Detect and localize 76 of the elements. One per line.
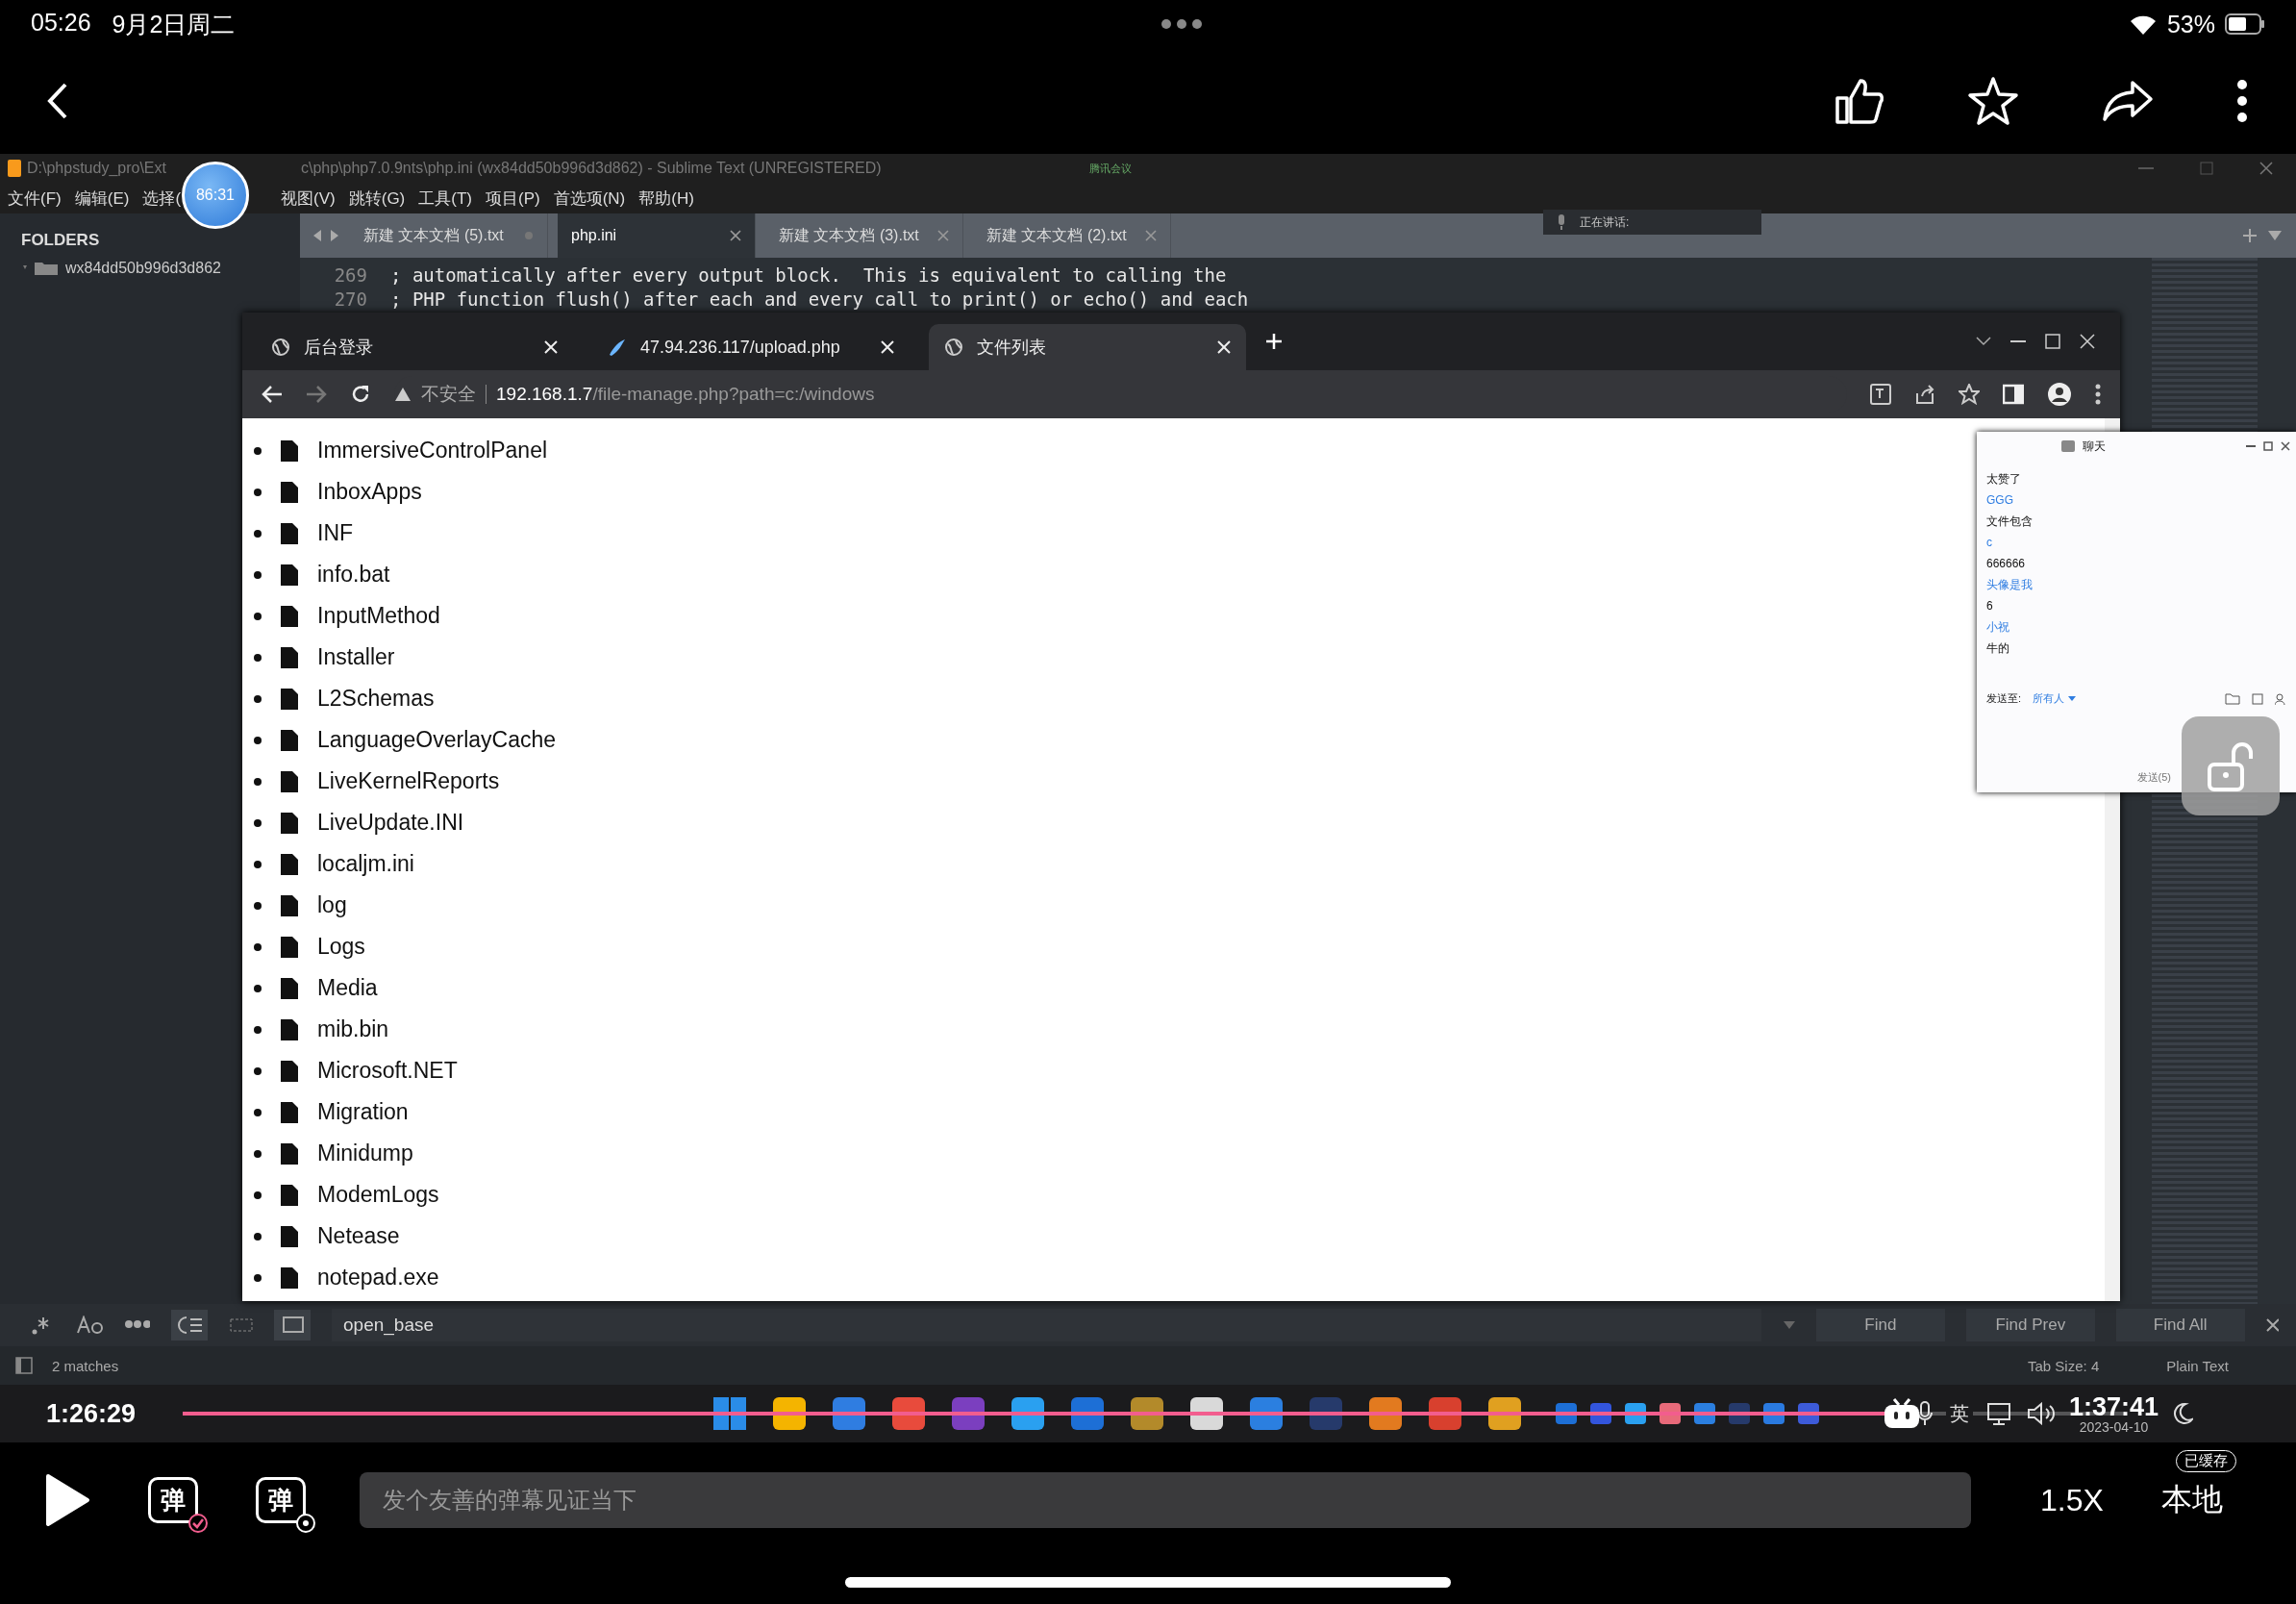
clock-time: 05:26 xyxy=(31,8,91,38)
file-name[interactable]: Logs xyxy=(317,934,365,960)
line-number: 270 xyxy=(333,288,368,312)
match-count: 2 matches xyxy=(52,1357,119,1374)
find-button[interactable]: Find All xyxy=(2115,1309,2245,1341)
file-name[interactable]: info.bat xyxy=(317,562,390,588)
file-name[interactable]: LiveUpdate.INI xyxy=(317,810,464,836)
file-name[interactable]: LanguageOverlayCache xyxy=(317,727,557,753)
file-name[interactable]: Migration xyxy=(317,1099,409,1125)
tab-size[interactable]: Tab Size: 4 xyxy=(2028,1357,2100,1374)
chat-title: 聊天 xyxy=(2083,438,2106,455)
meeting-indicator: 腾讯会议 xyxy=(1088,161,1132,176)
file-name[interactable]: notepad.exe xyxy=(317,1265,439,1291)
file-name[interactable]: Netease xyxy=(317,1223,400,1249)
file-name[interactable]: Minidump xyxy=(317,1140,413,1166)
menu-item[interactable]: 视图(V) xyxy=(281,187,336,210)
file-name[interactable]: Media xyxy=(317,975,378,1001)
elapsed-time: 1:26:29 xyxy=(46,1398,137,1429)
window-title: D:\phpstudy_pro\Ext xyxy=(27,160,166,177)
file-name[interactable]: InputMethod xyxy=(317,603,440,629)
find-field[interactable]: open_base xyxy=(332,1309,1761,1341)
date-text: 9月2日周二 xyxy=(112,9,236,39)
file-name[interactable]: Microsoft.NET xyxy=(317,1058,458,1084)
total-time: 1:37:41 xyxy=(2069,1393,2159,1420)
syntax-label[interactable]: Plain Text xyxy=(2166,1357,2229,1374)
speed-button[interactable]: 1.5X xyxy=(2040,1482,2104,1518)
cached-badge: 已缓存 xyxy=(2175,1450,2236,1472)
menu-item[interactable]: 项目(P) xyxy=(486,187,540,210)
file-name[interactable]: mib.bin xyxy=(317,1016,389,1042)
chat-message: 牛的 xyxy=(1986,640,2010,657)
browser-tab[interactable]: 文件列表 xyxy=(929,324,1246,370)
find-button[interactable]: Find Prev xyxy=(1965,1309,2095,1341)
file-name[interactable]: log xyxy=(317,892,347,918)
find-button[interactable]: Find xyxy=(1815,1309,1945,1341)
local-button[interactable]: 本地 xyxy=(2160,1482,2223,1516)
url-text: 192.168.1.7/file-manage.php?path=c:/windows xyxy=(496,384,875,405)
speaking-label: 正在讲话: xyxy=(1580,213,1630,231)
chat-message: 太赞了 xyxy=(1986,471,2022,488)
folder-name[interactable]: wx84dd50b996d3d862 xyxy=(65,260,221,277)
file-name[interactable]: L2Schemas xyxy=(317,686,435,712)
chat-message: 666666 xyxy=(1986,556,2027,572)
file-name[interactable]: localjm.ini xyxy=(317,851,414,877)
file-name[interactable]: LiveKernelReports xyxy=(317,768,500,794)
folders-heading: FOLDERS xyxy=(21,231,101,250)
security-label: 不安全 xyxy=(421,383,476,406)
send-to-label: 发送至: xyxy=(1986,691,2022,706)
sender-name: GGG xyxy=(1986,492,2014,509)
file-name[interactable]: InboxApps xyxy=(317,479,422,505)
file-name[interactable]: ImmersiveControlPanel xyxy=(317,438,548,464)
menu-item[interactable]: 首选项(N) xyxy=(553,187,626,210)
menu-item[interactable]: 工具(T) xyxy=(418,187,472,210)
file-name[interactable]: INF xyxy=(317,520,354,546)
send-button[interactable]: 发送(5) xyxy=(2136,770,2171,785)
sender-name: 小祝 xyxy=(1986,619,2010,636)
editor-tab[interactable]: php.ini xyxy=(558,213,756,258)
browser-tab[interactable]: 47.94.236.117/upload.php xyxy=(592,324,910,370)
menu-item[interactable]: 选择( xyxy=(142,187,182,210)
sender-name: 头像是我 xyxy=(1986,577,2034,593)
danmaku-input[interactable]: 发个友善的弹幕见证当下 xyxy=(360,1472,1971,1528)
taskbar-date: 2023-04-10 xyxy=(2079,1419,2149,1434)
battery-percent: 53% xyxy=(2166,10,2215,38)
line-number: 269 xyxy=(333,263,368,288)
file-name[interactable]: Installer xyxy=(317,644,395,670)
recipient-dropdown[interactable]: 所有人 xyxy=(2033,691,2077,706)
chat-message: 文件包含 xyxy=(1986,514,2034,530)
browser-tab[interactable]: 后台登录 xyxy=(256,324,573,370)
sender-name: c xyxy=(1986,535,1993,551)
menu-item[interactable]: 编辑(E) xyxy=(74,187,130,210)
code-line: ; PHP function flush() after each and every call to print() or echo() and each xyxy=(390,288,1249,312)
window-title: c\php\php7.0.9nts\php.ini (wx84dd50b996d3d862) - Sublime Text (UNREGISTERED) xyxy=(300,160,882,177)
file-name[interactable]: ModemLogs xyxy=(317,1182,439,1208)
menu-item[interactable]: 帮助(H) xyxy=(638,187,694,210)
chat-message: 6 xyxy=(1986,598,1994,614)
code-line: ; automatically after every output block. This is equivalent to calling the xyxy=(390,263,1227,288)
menu-item[interactable]: 文件(F) xyxy=(8,187,62,210)
menu-item[interactable]: 跳转(G) xyxy=(348,187,406,210)
